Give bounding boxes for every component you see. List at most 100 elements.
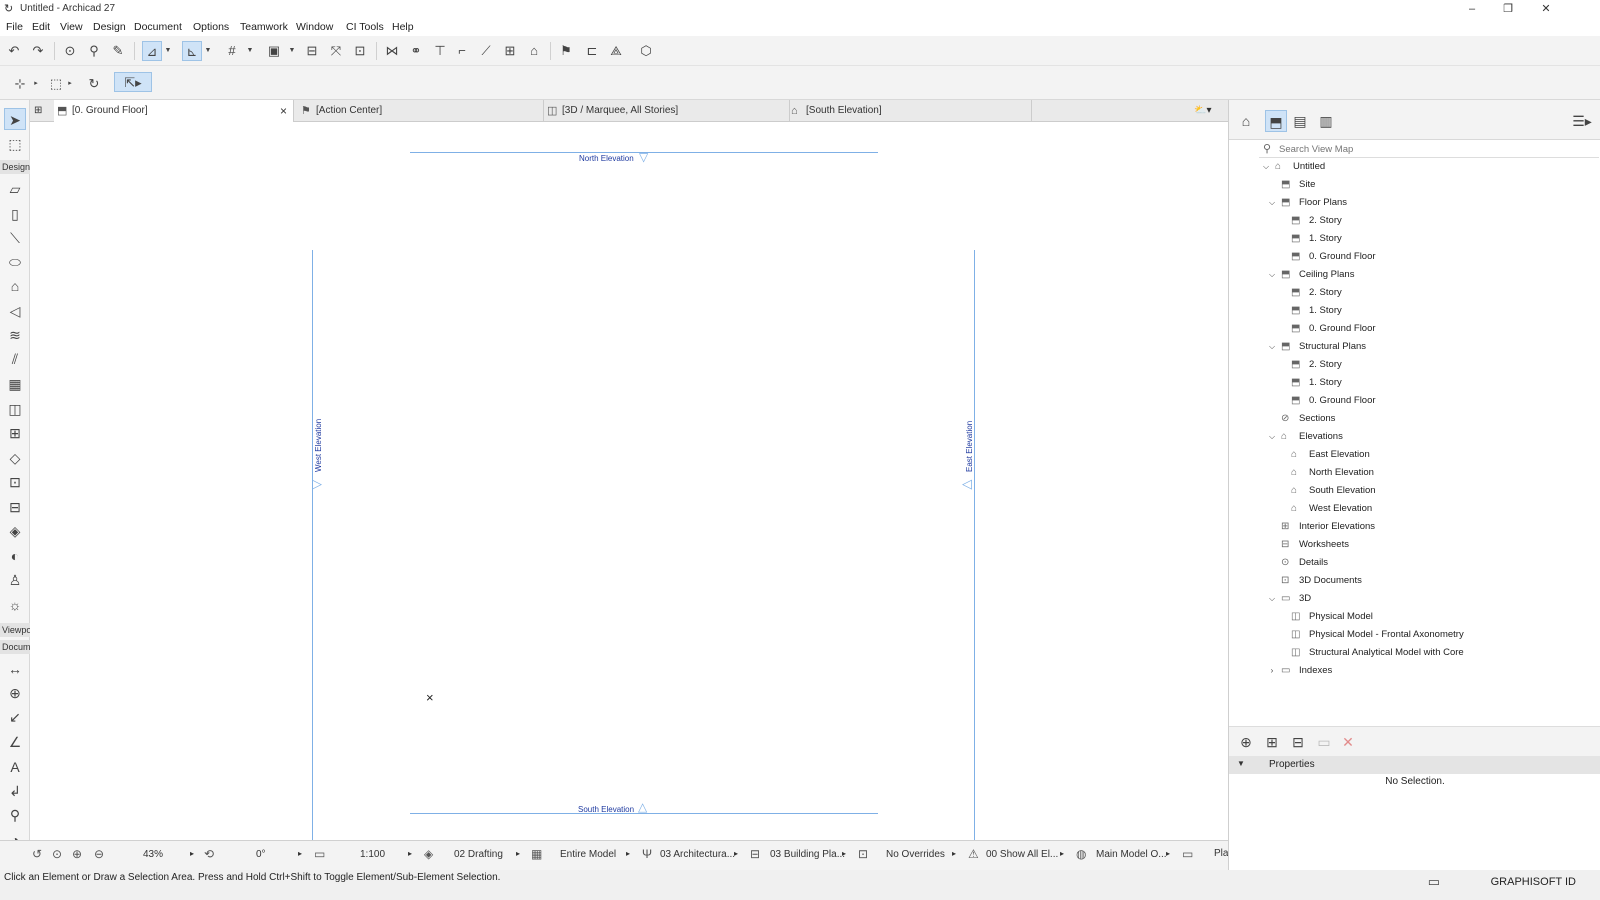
wall-tool-icon[interactable]: ▱ xyxy=(4,178,26,200)
morph-tool-icon[interactable]: ◐ xyxy=(4,545,26,567)
chevron-right-icon[interactable]: ▸ xyxy=(734,849,738,858)
rotate-icon[interactable]: ↻ xyxy=(84,74,104,94)
roof-icon[interactable]: ⌂ xyxy=(524,41,544,61)
grid-icon[interactable]: # xyxy=(222,41,242,61)
layer-combination-value[interactable]: 02 Drafting xyxy=(454,849,503,860)
menu-edit[interactable]: Edit xyxy=(32,21,50,33)
gravity-icon[interactable]: ⊿ xyxy=(142,41,162,61)
tree-item[interactable]: ⬒ 1. Story xyxy=(1291,230,1342,248)
tree-item[interactable]: ⌵ ⌂ Elevations xyxy=(1269,428,1343,446)
graphic-override-icon[interactable]: ⊡ xyxy=(858,847,868,861)
chevron-right-icon[interactable]: › xyxy=(1267,662,1277,680)
viewpoint-section-header[interactable]: Viewpoint xyxy=(0,623,30,637)
scale-icon[interactable]: ▭ xyxy=(314,847,325,861)
roof-tool-icon[interactable]: ⌂ xyxy=(4,275,26,297)
tree-item[interactable]: ⌂ South Elevation xyxy=(1291,482,1376,500)
chevron-down-icon[interactable]: ⌵ xyxy=(1267,266,1277,284)
dimension-tool-icon[interactable]: ↔ xyxy=(4,658,26,680)
publish-icon[interactable]: ⬡ xyxy=(636,41,656,61)
tab-close-icon[interactable]: × xyxy=(280,100,287,122)
dimension-standard-icon[interactable]: ▭ xyxy=(1182,847,1193,861)
scale-value[interactable]: 1:100 xyxy=(360,849,385,860)
tree-item[interactable]: ◫ Physical Model - Frontal Axonometry xyxy=(1291,626,1464,644)
graphisoft-id-button[interactable]: GRAPHISOFT ID xyxy=(1491,876,1576,888)
sun-tool-icon[interactable]: ☼ xyxy=(4,594,26,616)
curtain-wall-tool-icon[interactable]: ▦ xyxy=(4,373,26,395)
zoom-previous-icon[interactable]: ⊙ xyxy=(52,847,62,861)
east-elevation-line[interactable] xyxy=(974,250,975,854)
model-view-value[interactable]: 03 Building Pla... xyxy=(770,849,845,860)
tree-item[interactable]: ⌵ ⬒ Structural Plans xyxy=(1269,338,1366,356)
chevron-right-icon[interactable]: ▸ xyxy=(952,849,956,858)
structural-function-icon[interactable]: ◍ xyxy=(1076,847,1086,861)
menu-document[interactable]: Document xyxy=(134,21,182,33)
tree-item[interactable]: ⬒ 1. Story xyxy=(1291,374,1342,392)
tree-item[interactable]: ⬒ 2. Story xyxy=(1291,212,1342,230)
pen-set-value[interactable]: 03 Architectura... xyxy=(660,849,735,860)
settings-icon[interactable]: ▭ xyxy=(1313,731,1335,753)
document-section-header[interactable]: Document xyxy=(0,640,30,654)
chevron-down-icon[interactable]: ⌵ xyxy=(1261,158,1271,176)
tree-item[interactable]: ⬒ 2. Story xyxy=(1291,284,1342,302)
trim-icon[interactable]: ⊤ xyxy=(430,41,450,61)
tree-item[interactable]: ⊡ 3D Documents xyxy=(1281,572,1362,590)
pick-up-icon[interactable]: ⊙ xyxy=(60,41,80,61)
door-tool-icon[interactable]: ◫ xyxy=(4,398,26,420)
dimension-tool-icon[interactable]: ⊹ xyxy=(10,74,30,94)
arrow-tool-icon[interactable]: ➤ xyxy=(4,108,26,130)
menu-ci-tools[interactable]: CI Tools xyxy=(346,21,384,33)
east-elevation-marker-icon[interactable]: ◁ xyxy=(962,476,972,492)
menu-options[interactable]: Options xyxy=(193,21,229,33)
chevron-right-icon[interactable]: ▸ xyxy=(1166,849,1170,858)
fillet-icon[interactable]: ⌐ xyxy=(452,41,472,61)
chevron-right-icon[interactable]: ▸ xyxy=(32,74,40,94)
publisher-sets-icon[interactable]: ▥ xyxy=(1315,110,1337,132)
new-folder-icon[interactable]: ⊕ xyxy=(1235,731,1257,753)
tree-item[interactable]: ⬒ 1. Story xyxy=(1291,302,1342,320)
chevron-down-icon[interactable]: ⌵ xyxy=(1267,338,1277,356)
tree-item[interactable]: ⌵ ⌂ Untitled xyxy=(1263,158,1325,176)
navigator-menu-icon[interactable]: ☰▸ xyxy=(1569,110,1595,132)
tab-south-elevation[interactable]: ⌂ [South Elevation] xyxy=(788,100,1032,122)
selection-mode-button[interactable]: ⇱▸ xyxy=(114,72,152,92)
west-elevation-marker-icon[interactable]: ▷ xyxy=(312,476,322,492)
chevron-down-icon[interactable]: ⌵ xyxy=(1267,194,1277,212)
fit-icon[interactable]: ⊡ xyxy=(350,41,370,61)
view-map-icon[interactable]: ⬒ xyxy=(1265,110,1287,132)
model-view-icon[interactable]: ⊟ xyxy=(750,847,760,861)
marquee-tool-icon[interactable]: ⬚ xyxy=(4,133,26,155)
stair-tool-icon[interactable]: ≋ xyxy=(4,324,26,346)
chevron-right-icon[interactable]: ▸ xyxy=(66,74,74,94)
tree-item[interactable]: ⬒ 0. Ground Floor xyxy=(1291,392,1376,410)
flag-icon[interactable]: ⚑ xyxy=(556,41,576,61)
chevron-down-icon[interactable]: ⌵ xyxy=(1267,590,1277,608)
explode-icon[interactable]: ⊞ xyxy=(500,41,520,61)
zoom-in-icon[interactable]: ⊕ xyxy=(72,847,82,861)
angle-dimension-icon[interactable]: ∠ xyxy=(4,731,26,753)
menu-help[interactable]: Help xyxy=(392,21,414,33)
tree-item[interactable]: ⌂ East Elevation xyxy=(1291,446,1370,464)
marker-tool-icon[interactable]: ⚲ xyxy=(4,804,26,826)
chevron-down-icon[interactable]: ▼ xyxy=(204,41,212,61)
zoom-fit-icon[interactable]: ⊖ xyxy=(94,847,104,861)
shell-tool-icon[interactable]: ◁ xyxy=(4,300,26,322)
west-elevation-line[interactable] xyxy=(312,250,313,854)
tree-item[interactable]: ⊘ Sections xyxy=(1281,410,1335,428)
tree-item[interactable]: ⌂ West Elevation xyxy=(1291,500,1372,518)
search-input[interactable] xyxy=(1279,142,1579,156)
window-tool-icon[interactable]: ⊞ xyxy=(4,422,26,444)
design-section-header[interactable]: Design xyxy=(0,160,30,174)
model-filter-icon[interactable]: ▦ xyxy=(531,847,542,861)
marquee-icon[interactable]: ⬚ xyxy=(46,74,66,94)
floor-plan-canvas[interactable]: North Elevation ▽ South Elevation △ West… xyxy=(30,122,1228,854)
maximize-button[interactable]: ❐ xyxy=(1490,0,1526,18)
menu-view[interactable]: View xyxy=(60,21,83,33)
layout-book-icon[interactable]: ▤ xyxy=(1289,110,1311,132)
chevron-down-icon[interactable]: ▼ xyxy=(164,41,172,61)
syringe-icon[interactable]: ✎ xyxy=(108,41,128,61)
tab-overview-icon[interactable]: ⊞ xyxy=(30,100,54,122)
tree-item[interactable]: ⊙ Details xyxy=(1281,554,1328,572)
orientation-icon[interactable]: ⟲ xyxy=(204,847,214,861)
tab-action-center[interactable]: ⚑ [Action Center] xyxy=(298,100,544,122)
beam-tool-icon[interactable]: ⟍ xyxy=(4,227,26,249)
